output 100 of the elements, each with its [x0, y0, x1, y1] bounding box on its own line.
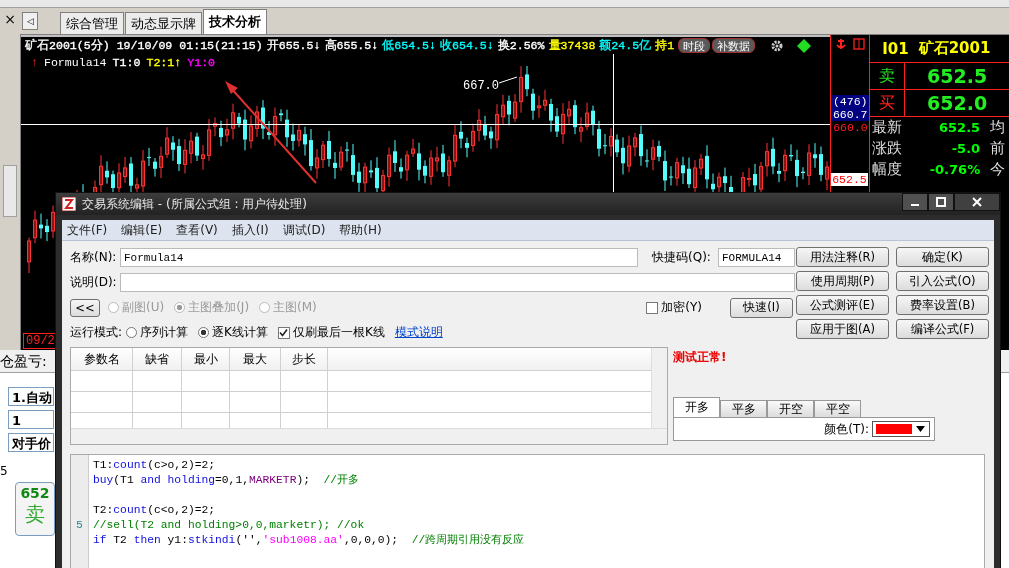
- crosshair-count: (476): [832, 95, 868, 108]
- field-label: 颜色(T):: [824, 420, 869, 438]
- column-header: 最小: [182, 348, 230, 370]
- crosshair-price: 660.7: [832, 108, 868, 121]
- radio-button[interactable]: [126, 327, 138, 338]
- code-line: buy(T1 and holding=0,1,MARKETR); //开多: [93, 474, 360, 486]
- quote-label: 今: [990, 160, 1006, 179]
- leader-line: [498, 76, 518, 84]
- anchor-icon: [835, 38, 848, 50]
- status-message: 测试正常!: [673, 349, 728, 366]
- line-number: 5: [76, 518, 83, 531]
- quote-field: 持1: [655, 38, 675, 53]
- quote-label: 最新: [871, 118, 904, 137]
- chart-button[interactable]: 时段: [678, 38, 711, 53]
- up-arrow-icon: ↑: [31, 56, 38, 69]
- window-icon: [853, 38, 866, 50]
- quote-field: 开655.5↓: [266, 38, 321, 53]
- mode-help-link[interactable]: 模式说明: [394, 324, 443, 341]
- menu-item[interactable]: 帮助(H): [339, 221, 382, 239]
- axis-price: 660.0: [833, 121, 868, 134]
- dialog-button[interactable]: 引入公式(O): [896, 271, 989, 291]
- contract-code: I01: [882, 39, 909, 58]
- scrollbar-thumb[interactable]: [3, 165, 17, 217]
- quote-field: 换2.56%: [497, 38, 545, 53]
- quote-value: 652.5: [938, 120, 981, 135]
- maximize-icon: [936, 197, 946, 207]
- field-label: 快捷码(Q):: [652, 249, 712, 266]
- close-button[interactable]: ×: [4, 10, 16, 28]
- checkbox[interactable]: [277, 326, 290, 339]
- gear-icon: [771, 39, 784, 52]
- book-label: 卖: [870, 63, 906, 89]
- quote-field: 额24.5亿: [599, 38, 652, 53]
- checkbox[interactable]: [646, 301, 659, 314]
- quote-label: 幅度: [871, 160, 904, 179]
- minimize-button[interactable]: [902, 193, 928, 211]
- tab[interactable]: 技术分析: [203, 9, 267, 34]
- contract-name: 矿石2001: [918, 39, 991, 58]
- dialog-button[interactable]: 公式测评(E): [796, 295, 889, 315]
- quote-label: 前: [990, 139, 1006, 158]
- dialog-button[interactable]: 编译公式(F): [896, 319, 989, 339]
- sell-button[interactable]: 652 卖: [15, 482, 55, 536]
- column-header: 缺省: [133, 348, 182, 370]
- tab[interactable]: 平多: [720, 400, 767, 417]
- tab[interactable]: 综合管理: [60, 12, 124, 34]
- tab[interactable]: 开空: [767, 400, 814, 417]
- tab[interactable]: 动态显示牌: [125, 12, 202, 34]
- indicator-value: T2:1↑: [146, 56, 182, 69]
- column-header: 最大: [230, 348, 281, 370]
- peak-price-label: 667.0: [463, 79, 499, 93]
- quote-field: 高655.5↓: [324, 38, 379, 53]
- dialog-button[interactable]: 费率设置(B): [896, 295, 989, 315]
- menu-item[interactable]: 文件(F): [67, 221, 108, 239]
- shortcut-field[interactable]: FORMULA14: [718, 248, 795, 267]
- radio-label: 序列计算: [140, 324, 189, 341]
- chart-button[interactable]: 补数据: [712, 38, 756, 53]
- checkbox-label: 加密(Y): [661, 299, 702, 316]
- quote-field: 收654.5↓: [440, 38, 494, 53]
- code-line: T1:count(c>o,2)=2;: [93, 459, 216, 471]
- quote-field: 量37438: [548, 38, 596, 53]
- quote-label: 均: [990, 118, 1006, 137]
- last-price-tag: 652.5: [831, 173, 868, 186]
- book-price: 652.0: [926, 92, 989, 114]
- dialog-button[interactable]: 用法注释(R): [796, 247, 889, 267]
- quantity-label: 5: [0, 464, 8, 478]
- maximize-button[interactable]: [928, 193, 954, 211]
- menu-item[interactable]: 插入(I): [231, 221, 269, 239]
- dialog-button[interactable]: 确定(K): [896, 247, 989, 267]
- field-label: 名称(N):: [70, 249, 118, 266]
- quote-value: -5.0: [950, 141, 981, 156]
- column-header: 步长: [281, 348, 328, 370]
- scroll-left-button[interactable]: ◁: [22, 12, 38, 30]
- radio-label: 副图(U): [122, 299, 165, 316]
- quote-field: 矿石2001(5分) 19/10/09 01:15(21:15): [25, 38, 263, 53]
- app-icon: [62, 197, 76, 211]
- menu-item[interactable]: 编辑(E): [121, 221, 163, 239]
- order-field[interactable]: 1.自动: [8, 387, 54, 406]
- dialog-button[interactable]: 应用于图(A): [796, 319, 889, 339]
- code-line: T2:count(c<o,2)=2;: [93, 504, 216, 516]
- quote-label: 涨跌: [871, 139, 904, 158]
- name-field[interactable]: Formula14: [120, 248, 638, 267]
- menu-item[interactable]: 查看(V): [176, 221, 218, 239]
- quote-field: 低654.5↓: [382, 38, 436, 53]
- description-field[interactable]: [120, 273, 795, 292]
- dropdown-arrow-icon: [916, 426, 925, 432]
- close-button[interactable]: [954, 193, 1000, 211]
- checkmark-icon: [279, 328, 289, 337]
- radio-button[interactable]: [198, 327, 210, 338]
- code-line: //sell(T2 and holding>0,0,marketr); //ok: [93, 519, 365, 531]
- collapse-button[interactable]: <<: [70, 298, 100, 317]
- order-field[interactable]: 1: [8, 410, 54, 429]
- checkbox-label: 仅刷最后一根K线: [292, 324, 385, 341]
- order-field[interactable]: 对手价: [8, 433, 54, 452]
- minimize-icon: [911, 204, 919, 206]
- column-header: 参数名: [71, 348, 133, 370]
- color-dropdown[interactable]: [872, 421, 930, 437]
- menu-item[interactable]: 调试(D): [282, 221, 326, 239]
- tab[interactable]: 平空: [814, 400, 861, 417]
- fast-button[interactable]: 快速(I): [730, 297, 793, 318]
- dialog-button[interactable]: 使用周期(P): [796, 271, 889, 291]
- tab[interactable]: 开多: [673, 397, 720, 417]
